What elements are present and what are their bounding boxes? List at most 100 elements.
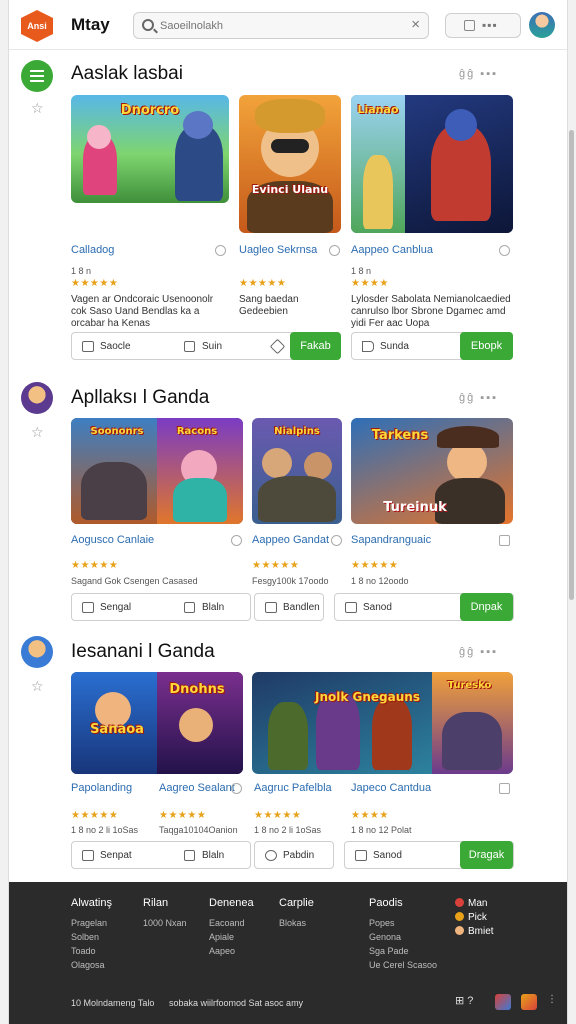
game-title[interactable]: Uagleo Sekrnsa bbox=[239, 244, 317, 256]
game-thumbnail[interactable]: Nialpins bbox=[252, 418, 342, 524]
action-label[interactable]: Sunda bbox=[380, 341, 409, 352]
footer-link[interactable]: Toado bbox=[71, 944, 112, 958]
info-icon[interactable] bbox=[215, 245, 226, 256]
rating-stars: ★★★★★ bbox=[252, 560, 300, 571]
share-icon[interactable] bbox=[82, 341, 94, 352]
section-avatar-icon[interactable] bbox=[21, 382, 53, 414]
app-icon[interactable] bbox=[521, 994, 537, 1010]
primary-action-button[interactable]: Dnpak bbox=[460, 593, 513, 621]
game-thumbnail[interactable]: Soononrs Racons bbox=[71, 418, 243, 524]
star-icon[interactable]: ☆ bbox=[31, 678, 44, 695]
action-label[interactable]: Sanod bbox=[373, 850, 402, 861]
game-title[interactable]: Papolanding bbox=[71, 782, 132, 794]
action-label[interactable]: Suin bbox=[202, 341, 222, 352]
game-thumbnail[interactable]: Jnolk Gnegauns Turesko bbox=[252, 672, 513, 774]
rating-stars: ★★★★★ bbox=[351, 560, 399, 571]
primary-action-button[interactable]: Ebopk bbox=[460, 332, 513, 360]
footer-link[interactable]: Pragelan bbox=[71, 916, 112, 930]
star-icon[interactable]: ☆ bbox=[31, 424, 44, 441]
action-label[interactable]: Blaln bbox=[202, 850, 224, 861]
action-label[interactable]: Sanod bbox=[363, 602, 392, 613]
footer-link[interactable]: Genona bbox=[369, 930, 437, 944]
bookmark-icon[interactable] bbox=[184, 602, 195, 613]
game-title[interactable]: Calladog bbox=[71, 244, 114, 256]
section-tools[interactable]: ĝĝ ▪▪▪ bbox=[459, 68, 498, 80]
star-icon[interactable]: ☆ bbox=[31, 100, 44, 117]
game-title[interactable]: Aogusco Canlaie bbox=[71, 534, 154, 546]
info-icon[interactable] bbox=[231, 783, 242, 794]
game-title-art: Tureinuk bbox=[383, 500, 447, 515]
character-art bbox=[262, 448, 292, 478]
game-title[interactable]: Aagruc Pafelbla bbox=[254, 782, 332, 794]
scrollbar[interactable] bbox=[569, 130, 574, 600]
flag-icon[interactable] bbox=[269, 338, 286, 355]
share-icon[interactable] bbox=[265, 602, 277, 613]
footer-link[interactable]: Apiale bbox=[209, 930, 254, 944]
footer-icon-text[interactable]: ⊞ ? bbox=[455, 994, 495, 1010]
game-title-art: Lianao bbox=[357, 103, 399, 116]
footer-link[interactable]: Blokas bbox=[279, 916, 314, 930]
game-title[interactable]: Aagreo Sealant bbox=[159, 782, 235, 794]
bookmark-icon[interactable] bbox=[184, 341, 195, 352]
footer-link[interactable]: Eacoand bbox=[209, 916, 254, 930]
social-label: Pick bbox=[468, 912, 487, 923]
footer-link[interactable]: Sga Pade bbox=[369, 944, 437, 958]
game-title[interactable]: Sapandranguaic bbox=[351, 534, 431, 546]
app-logo[interactable]: Ansi bbox=[21, 10, 53, 42]
section-2: ☆ Apllaksı l Ganda ĝĝ ▪▪▪ Soononrs Racon… bbox=[9, 380, 567, 628]
section-tools[interactable]: ĝĝ ▪▪▪ bbox=[459, 392, 498, 404]
app-icon[interactable] bbox=[495, 994, 511, 1010]
game-title[interactable]: Aappeo Canblua bbox=[351, 244, 433, 256]
action-label[interactable]: Pabdin bbox=[283, 850, 314, 861]
info-icon[interactable] bbox=[331, 535, 342, 546]
action-label[interactable]: Sengal bbox=[100, 602, 131, 613]
action-label[interactable]: Blaln bbox=[202, 602, 224, 613]
game-title[interactable]: Aappeo Gandat bbox=[252, 534, 329, 546]
footer-column: Alwatinş Pragelan Solben Toado Olagosa bbox=[71, 897, 112, 972]
section-avatar-icon[interactable] bbox=[21, 636, 53, 668]
footer-link[interactable]: Solben bbox=[71, 930, 112, 944]
share-icon[interactable] bbox=[82, 602, 94, 613]
rating-stars: ★★★★ bbox=[351, 278, 389, 289]
info-icon[interactable] bbox=[499, 783, 510, 794]
comment-icon[interactable] bbox=[345, 602, 357, 613]
game-thumbnail[interactable]: Evinci Ulanu bbox=[239, 95, 341, 233]
footer-link[interactable]: Olagosa bbox=[71, 958, 112, 972]
menu-icon[interactable] bbox=[21, 60, 53, 92]
primary-action-button[interactable]: Dragak bbox=[460, 841, 513, 869]
section-tools[interactable]: ĝĝ ▪▪▪ bbox=[459, 646, 498, 658]
info-icon[interactable] bbox=[231, 535, 242, 546]
like-icon[interactable] bbox=[82, 850, 94, 861]
search-input[interactable] bbox=[160, 17, 400, 35]
search-icon[interactable] bbox=[265, 850, 277, 861]
action-label[interactable]: Saocle bbox=[100, 341, 131, 352]
social-link[interactable]: Bmiet bbox=[455, 925, 494, 939]
comment-icon[interactable] bbox=[355, 850, 367, 861]
user-avatar[interactable] bbox=[529, 12, 555, 38]
character-art bbox=[179, 708, 213, 742]
footer-link[interactable]: Aapeo bbox=[209, 944, 254, 958]
game-thumbnail[interactable]: Dnorcro bbox=[71, 95, 229, 203]
game-title-art: Evinci Ulanu bbox=[251, 183, 329, 196]
game-title[interactable]: Japeco Cantdua bbox=[351, 782, 431, 794]
social-link[interactable]: Pick bbox=[455, 911, 494, 925]
header-menu-button[interactable]: ▪▪▪ bbox=[445, 13, 521, 38]
footer-link[interactable]: 1000 Nxan bbox=[143, 916, 187, 930]
action-label[interactable]: Bandlen bbox=[283, 602, 320, 613]
footer-link[interactable]: Popes bbox=[369, 916, 437, 930]
more-icon[interactable]: ⋮ bbox=[547, 994, 557, 1010]
game-thumbnail[interactable]: Sanaoa Dnohns bbox=[71, 672, 243, 774]
play-icon[interactable] bbox=[362, 341, 374, 352]
info-icon[interactable] bbox=[329, 245, 340, 256]
clear-search-icon[interactable]: × bbox=[411, 16, 420, 33]
bookmark-icon[interactable] bbox=[184, 850, 195, 861]
footer-link[interactable]: Ue Cerel Scasoo bbox=[369, 958, 437, 972]
info-icon[interactable] bbox=[499, 245, 510, 256]
game-thumbnail[interactable]: Tarkens Tureinuk bbox=[351, 418, 513, 524]
action-label[interactable]: Senpat bbox=[100, 850, 132, 861]
primary-action-button[interactable]: Fakab bbox=[290, 332, 341, 360]
social-link[interactable]: Man bbox=[455, 897, 494, 911]
search-bar[interactable]: × bbox=[133, 12, 429, 39]
info-icon[interactable] bbox=[499, 535, 510, 546]
game-thumbnail[interactable]: Lianao bbox=[351, 95, 513, 233]
